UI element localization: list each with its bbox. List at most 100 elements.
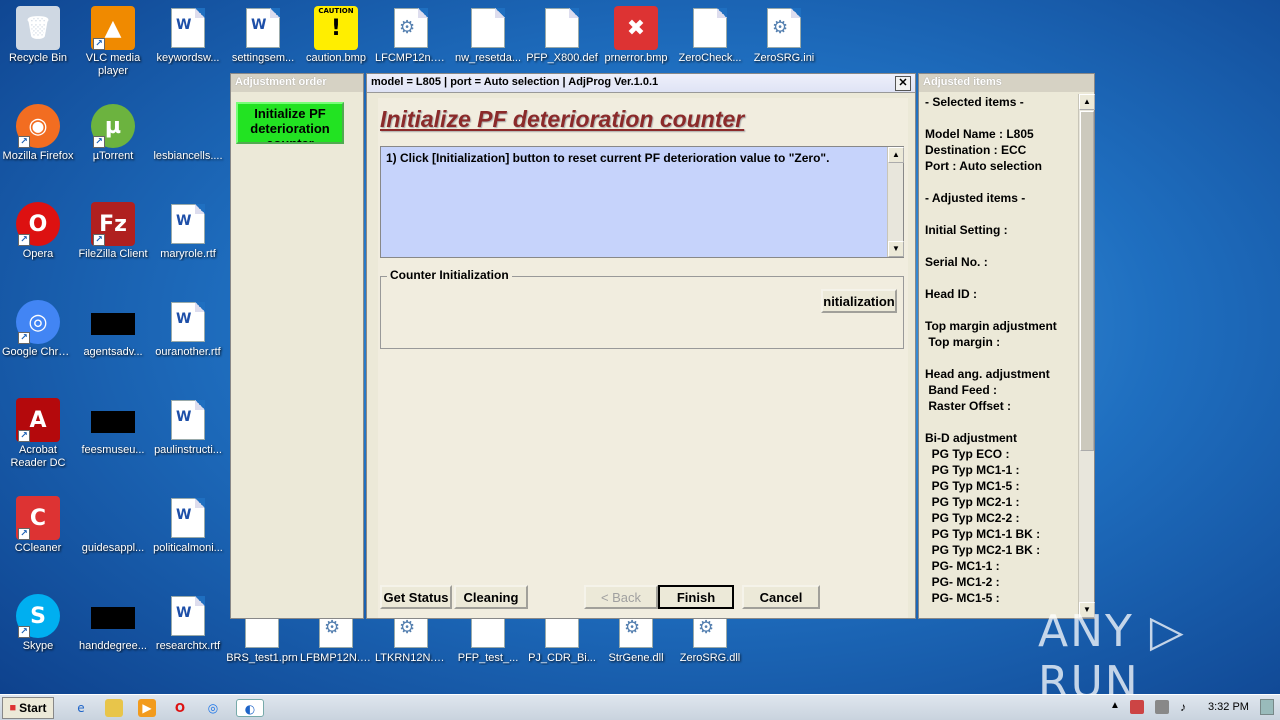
desktop-icon[interactable]: ! CAUTION caution.bmp [298,6,374,65]
content-area: Initialize PF deterioration counter 1) C… [378,98,908,618]
desktop-icon[interactable]: ⚙ ZeroSRG.ini [746,6,822,65]
adjusted-item-line [925,414,1075,430]
adjusted-item-line: Band Feed : [925,383,998,397]
mozilla-firefox-icon: ◉ ↗ [16,104,60,148]
opera-icon[interactable]: O [171,699,189,717]
desktop-icon-label: settingsem... [231,52,295,64]
desktop-icon[interactable]: Wsettingsem... [225,6,301,65]
desktop-icon[interactable]: Wpaulinstructi... [150,398,226,457]
desktop-icon-label: Google Chrome [2,346,76,358]
desktop-icon[interactable]: ⚙ LFCMP12n.DLL [373,6,449,65]
adjusted-items-panel: Adjusted items - Selected items - Model N… [918,73,1095,619]
clock[interactable]: 3:32 PM [1208,701,1249,713]
show-desktop-button[interactable] [1260,699,1274,715]
caution-badge: CAUTION [318,7,354,15]
desktop-icon[interactable]: Wpoliticalmoni... [150,496,226,555]
-torrent-icon: µ ↗ [91,104,135,148]
desktop-icon[interactable]: agentsadv... [75,300,151,359]
desktop-icon[interactable]: 🗑 Recycle Bin [0,6,76,65]
desktop-icon[interactable]: ZeroCheck... [672,6,748,65]
back-button[interactable]: < Back [584,585,658,609]
desktop-icon-label: LFCMP12n.DLL [375,52,449,64]
start-label: Start [19,701,47,715]
desktop-icon[interactable]: µ ↗ µTorrent [75,104,151,163]
desktop-icon[interactable]: Wresearchtx.rtf [150,594,226,653]
desktop-icon[interactable]: guidesappl... [75,496,151,555]
close-icon[interactable]: ✕ [895,76,911,91]
shortcut-arrow-icon: ↗ [93,38,105,50]
word-document-icon: W [166,300,210,344]
desktop-icon-label: lesbiancells.... [153,150,223,162]
desktop-icon[interactable]: A ↗ Acrobat Reader DC [0,398,76,470]
scroll-up-icon[interactable]: ▲ [888,147,904,163]
desktop-icon-label: keywordsw... [156,52,220,64]
start-button[interactable]: ■ Start [2,697,54,719]
desktop-icon[interactable]: ◉ ↗ Mozilla Firefox [0,104,76,163]
desktop-icon[interactable]: O ↗ Opera [0,202,76,261]
window-titlebar: model = L805 | port = Auto selection | A… [367,74,915,93]
media-player-icon[interactable]: ▶ [138,699,156,717]
file-icon [466,6,510,50]
desktop-icon[interactable]: C ↗ CCleaner [0,496,76,555]
redacted-file-icon [91,594,135,638]
get-status-button[interactable]: Get Status [380,585,452,609]
adjprog-taskbar-icon[interactable]: ◐ [236,699,264,717]
desktop-icon-label: ZeroCheck... [678,52,742,64]
adjusted-item-line [925,110,1075,126]
adjusted-item-line: PG- MC1-2 : [925,575,1000,589]
word-document-icon: W [166,202,210,246]
desktop-icon[interactable]: ✖ prnerror.bmp [598,6,674,65]
cleaning-button[interactable]: Cleaning [454,585,528,609]
desktop-icon[interactable]: PFP_X800.def [524,6,600,65]
tray-arrow-icon[interactable]: ▲ [1110,700,1120,711]
config-file-icon: ⚙ [762,6,806,50]
desktop-icon[interactable]: Wkeywordsw... [150,6,226,65]
scroll-thumb[interactable] [1080,111,1094,451]
desktop-icon[interactable]: lesbiancells.... [150,104,226,163]
desktop-icon-label: politicalmoni... [153,542,223,554]
printer-icon[interactable] [1155,700,1169,714]
desktop-icon-label: PFP_X800.def [526,52,598,64]
desktop-icon[interactable]: S ↗ Skype [0,594,76,653]
word-document-icon: W [241,6,285,50]
desktop-icon-label: Mozilla Firefox [2,150,74,162]
scroll-down-icon[interactable]: ▼ [888,241,904,257]
adjusted-item-line: - Adjusted items - [925,191,1026,205]
desktop-icon[interactable]: ◎ ↗ Google Chrome [0,300,76,359]
ccleaner-icon: C ↗ [16,496,60,540]
desktop-icon[interactable]: Wouranother.rtf [150,300,226,359]
chrome-icon[interactable]: ◎ [204,699,222,717]
initialization-button[interactable]: nitialization [821,289,897,313]
adjusted-item-line: Head ang. adjustment [925,367,1050,381]
desktop-icon[interactable]: Fz ↗ FileZilla Client [75,202,151,261]
word-document-icon: W [166,398,210,442]
speaker-icon[interactable]: ♪ [1180,700,1186,714]
desktop-icon-label: FileZilla Client [78,248,148,260]
shortcut-arrow-icon: ↗ [18,626,30,638]
adjustment-order-title: Adjustment order [231,74,363,92]
desktop-icon[interactable]: ▲ ↗ VLC media player [75,6,151,78]
config-file-icon: ⚙ [389,6,433,50]
adjusted-item-line: PG Typ MC1-5 : [925,479,1020,493]
opera-icon: O ↗ [16,202,60,246]
desktop-icon[interactable]: nw_resetda... [450,6,526,65]
scroll-up-icon[interactable]: ▲ [1079,94,1095,110]
desktop-icon-label: guidesappl... [81,542,145,554]
internet-explorer-icon[interactable]: e [72,699,90,717]
adjusted-item-line [925,302,1075,318]
finish-button[interactable]: Finish [658,585,734,609]
initialize-pf-deterioration-counter-item[interactable]: Initialize PF deterioration counter [236,102,344,144]
file-explorer-icon[interactable] [105,699,123,717]
desktop-icon-label: ouranother.rtf [155,346,221,358]
desktop-icon[interactable]: handdegree... [75,594,151,653]
desktop-icon[interactable]: feesmuseu... [75,398,151,457]
adjusted-item-line: PG Typ MC1-1 BK : [925,527,1041,541]
network-warning-icon[interactable] [1130,700,1144,714]
adjusted-item-line [925,238,1075,254]
shortcut-arrow-icon: ↗ [93,136,105,148]
cancel-button[interactable]: Cancel [742,585,820,609]
instruction-scrollbar[interactable]: ▲ ▼ [887,147,904,257]
adjusted-items-scrollbar[interactable]: ▲ ▼ [1078,94,1095,618]
desktop-icon[interactable]: Wmaryrole.rtf [150,202,226,261]
file-icon [91,496,135,540]
